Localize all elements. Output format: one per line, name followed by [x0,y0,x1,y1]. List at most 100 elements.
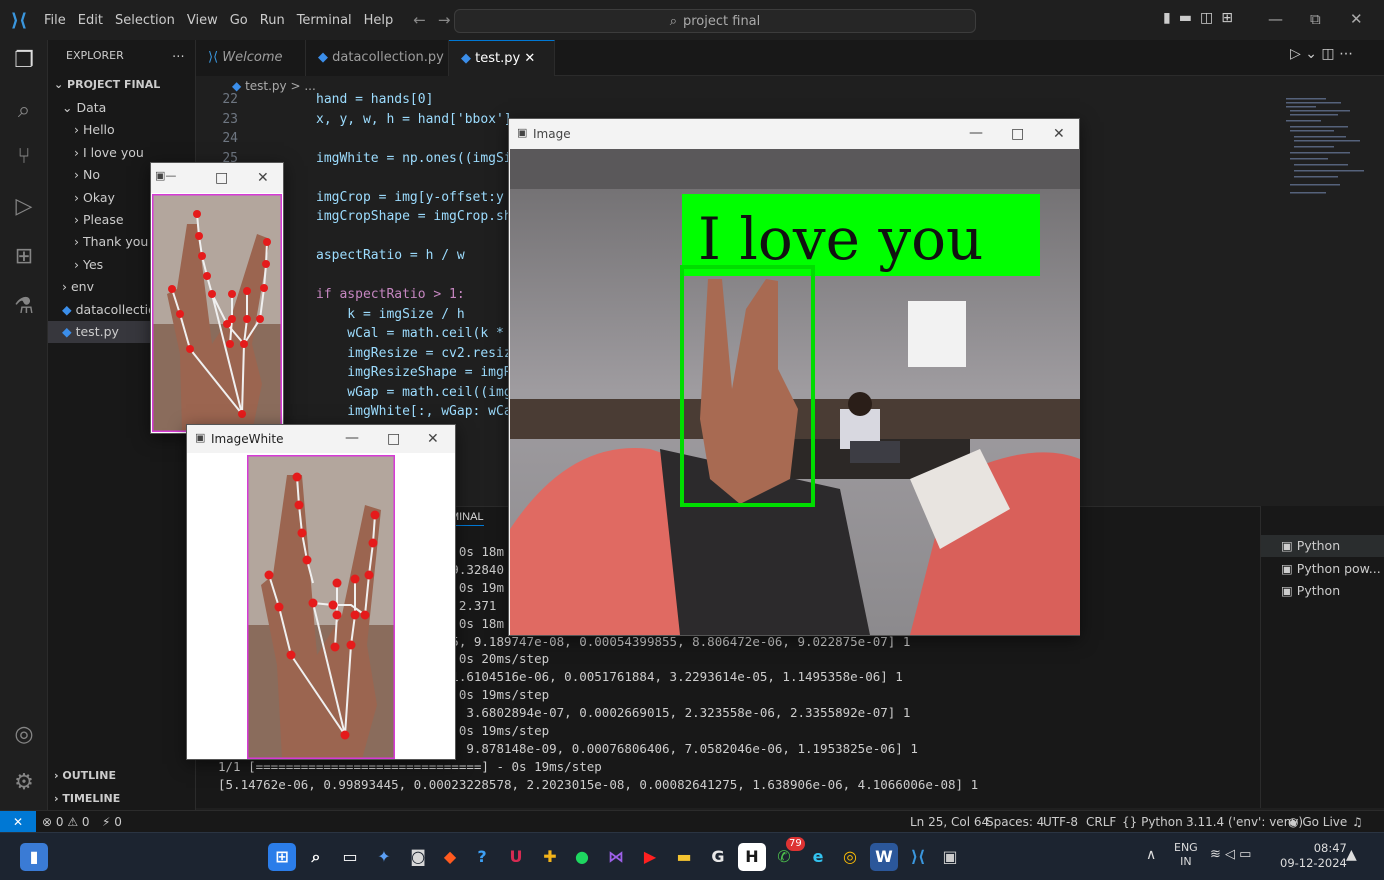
problems-indicator[interactable]: ⊗ 0 ⚠ 0 [42,811,90,833]
customize-layout-icon[interactable]: ⊞ [1221,10,1233,26]
spotify-icon[interactable]: ● [568,843,596,871]
imagewhite-window[interactable]: ▣ ImageWhite — □ ✕ [186,424,456,760]
ports-indicator[interactable]: ⚡ 0 [102,811,122,833]
task-view-icon[interactable]: ▭ [336,843,364,871]
run-debug-icon[interactable]: ▷ [0,194,48,219]
minimize-button[interactable]: — [1268,10,1283,28]
menu-go[interactable]: Go [224,13,254,28]
chrome-icon[interactable]: ◎ [836,843,864,871]
imagewhite-maximize-button[interactable]: □ [387,431,400,447]
testing-icon[interactable]: ⚗ [0,294,48,319]
tree-item-label: Okay [82,189,115,205]
wifi-volume-battery-icon[interactable]: ≋ ◁ ▭ [1210,847,1251,862]
image-minimize-button[interactable]: — [969,125,983,141]
tree-item-label: Thank you [82,234,149,250]
timeline-section[interactable]: › TIMELINE [54,788,202,810]
clock[interactable]: 08:47 09-12-2024 [1280,841,1347,871]
source-control-icon[interactable]: ⑂ [0,144,48,169]
minimap[interactable] [1276,96,1368,226]
terminal-instance[interactable]: ▣ Python [1261,580,1384,602]
h-app-icon[interactable]: H [738,843,766,871]
toggle-sidebar-icon[interactable]: ▮ [1163,10,1171,26]
command-center-search[interactable]: ⌕ project final [454,9,976,33]
tree-item-label: No [82,167,100,183]
taskbar-search-icon[interactable]: ⌕ [302,843,330,871]
file-explorer-icon[interactable]: ▬ [670,843,698,871]
more-actions-icon[interactable]: ⋯ [172,45,192,67]
terminal-instance[interactable]: ▣ Python [1261,535,1384,557]
chevron-right-icon: › [74,167,83,183]
youtube-icon[interactable]: ▶ [636,843,664,871]
go-live-button[interactable]: ◉ Go Live [1288,811,1347,833]
tree-item-data[interactable]: ⌄ Data [62,97,210,119]
mcafee-icon[interactable]: U [502,843,530,871]
language-mode[interactable]: {} Python [1122,811,1183,833]
explorer-icon[interactable]: ❐ [0,48,48,73]
tab-welcome[interactable]: ⟩⟨ Welcome [196,40,306,76]
title-bar: ⟩⟨ File Edit Selection View Go Run Terminal Hel… [0,0,1384,40]
line-number: 23 [222,111,238,127]
cursor-position[interactable]: Ln 25, Col 64 [910,811,989,833]
encoding[interactable]: UTF-8 [1043,811,1078,833]
help-icon[interactable]: ? [468,843,496,871]
tab-test-py[interactable]: ◆ test.py ✕ [449,40,555,76]
settings-gear-icon[interactable]: ⚙ [0,770,48,795]
chevron-right-icon: › [74,256,83,272]
app-diamond-icon[interactable]: ◆ [436,843,464,871]
word-icon[interactable]: W [870,843,898,871]
python-window-icon[interactable]: ▣ [936,843,964,871]
line-ending[interactable]: CRLF [1086,811,1116,833]
app-red-icon[interactable]: ✚ [536,843,564,871]
copilot-icon[interactable]: ✦ [370,843,398,871]
input-language[interactable]: ENG IN [1174,841,1198,869]
indentation[interactable]: Spaces: 4 [986,811,1044,833]
tab-datacollection-py[interactable]: ◆ datacollection.py [306,40,449,76]
account-icon[interactable]: ◎ [0,722,48,747]
menu-selection[interactable]: Selection [109,13,181,28]
menu-terminal[interactable]: Terminal [291,13,358,28]
store-icon[interactable]: ◙ [404,843,432,871]
menu-file[interactable]: File [38,13,72,28]
python-interpreter[interactable]: 3.11.4 ('env': venv) [1186,811,1303,833]
remote-indicator-icon[interactable]: ✕ [0,811,36,833]
menu-run[interactable]: Run [254,13,291,28]
outline-section[interactable]: › OUTLINE [54,765,202,787]
region-code: IN [1180,855,1192,868]
project-folder[interactable]: ⌄ PROJECT FINAL [54,74,202,96]
notifications-icon[interactable]: ▲ [1346,847,1357,863]
image-close-button[interactable]: ✕ [1053,126,1065,142]
crop-window[interactable]: ▣— □ ✕ [150,162,284,434]
extensions-icon[interactable]: ⊞ [0,244,48,269]
crop-close-button[interactable]: ✕ [257,170,269,186]
widgets-icon[interactable]: ▮ [20,843,48,871]
imagewhite-titlebar[interactable]: ▣ ImageWhite — □ ✕ [187,425,455,453]
image-maximize-button[interactable]: □ [1011,126,1024,142]
start-button-icon[interactable]: ⊞ [268,843,296,871]
imagewhite-minimize-button[interactable]: — [345,430,359,446]
image-window[interactable]: ▣ Image — □ ✕ I love you [508,118,1080,636]
toggle-panel-icon[interactable]: ▬ [1179,10,1192,26]
camera-feed-image: I love you [510,149,1080,635]
run-python-icon[interactable]: ▷ ⌄ ◫ ⋯ [1290,46,1353,62]
google-icon[interactable]: G [704,843,732,871]
show-hidden-icons-icon[interactable]: ∧ [1146,847,1156,863]
imagewhite-close-button[interactable]: ✕ [427,431,439,447]
notifications-bell-icon[interactable]: ♫ [1352,811,1363,833]
crop-maximize-button[interactable]: □ [215,170,228,186]
menu-help[interactable]: Help [358,13,400,28]
close-tab-icon[interactable]: ✕ [520,51,535,66]
restore-button[interactable]: ⧉ [1310,10,1321,28]
edge-icon[interactable]: e [804,843,832,871]
chevron-right-icon: › [74,212,83,227]
menu-edit[interactable]: Edit [72,13,109,28]
terminal-instance[interactable]: ▣ Python pow... [1261,558,1384,580]
toggle-secondary-sidebar-icon[interactable]: ◫ [1200,10,1213,26]
image-window-titlebar[interactable]: ▣ Image — □ ✕ [509,119,1079,149]
project-name: PROJECT FINAL [67,78,161,91]
close-button[interactable]: ✕ [1350,10,1363,28]
menu-view[interactable]: View [181,13,224,28]
vscode-taskbar-icon[interactable]: ⟩⟨ [904,843,932,871]
search-icon[interactable]: ⌕ [0,98,48,123]
visual-studio-icon[interactable]: ⋈ [602,843,630,871]
crop-window-titlebar[interactable]: ▣— □ ✕ [151,163,283,193]
